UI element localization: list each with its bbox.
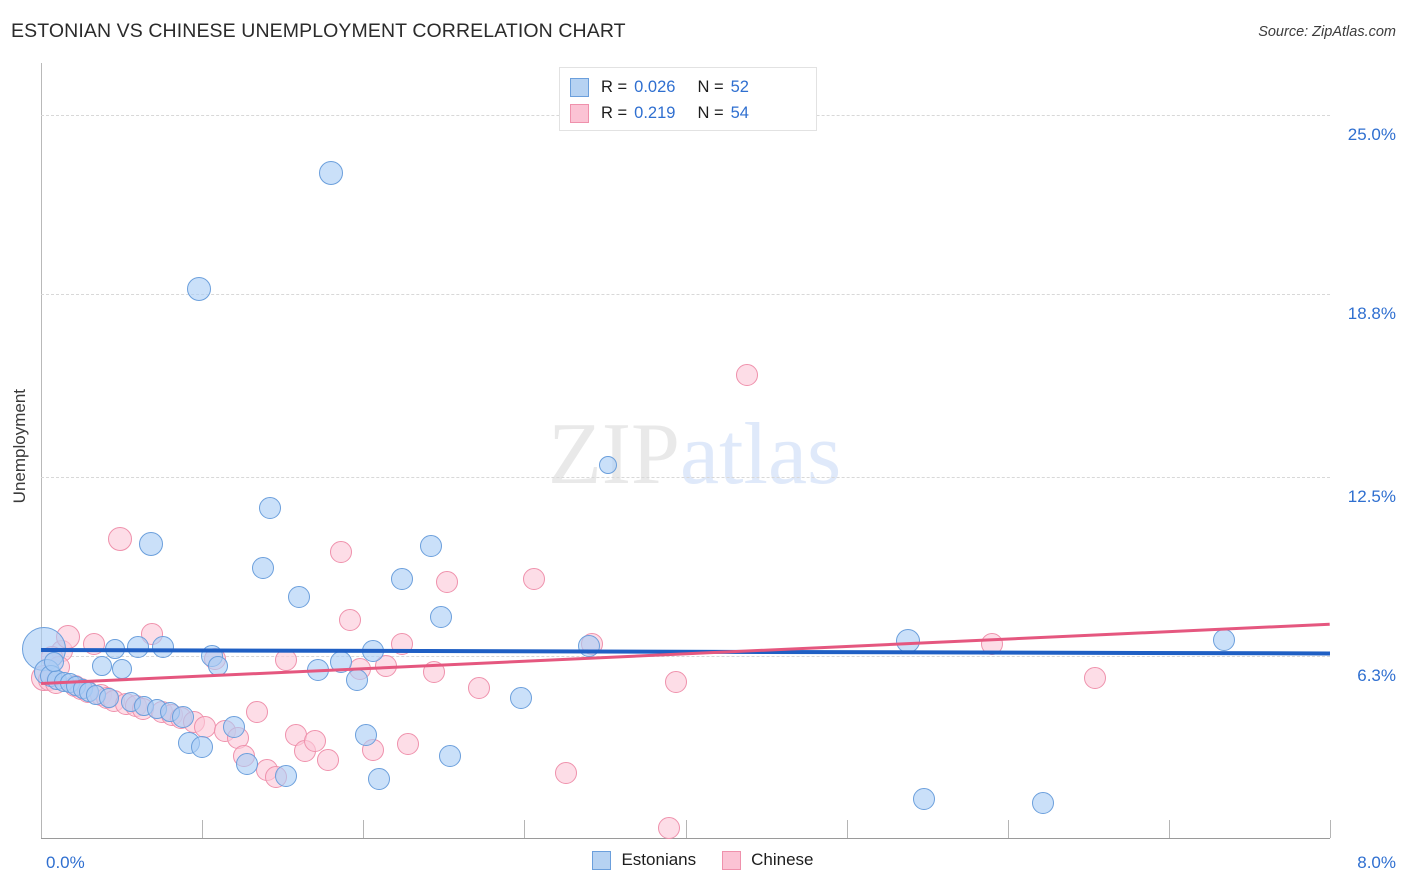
scatter-point-estonians[interactable] (1212, 628, 1235, 651)
scatter-point-estonians[interactable] (599, 455, 618, 474)
scatter-point-estonians[interactable] (171, 705, 194, 728)
scatter-point-estonians[interactable] (126, 636, 149, 659)
page-title: ESTONIAN VS CHINESE UNEMPLOYMENT CORRELA… (11, 20, 626, 42)
legend-item-estonians[interactable]: Estonians (592, 850, 696, 870)
source-attribution: Source: ZipAtlas.com (1258, 24, 1396, 40)
scatter-point-estonians[interactable] (429, 605, 452, 628)
scatter-point-chinese[interactable] (664, 670, 687, 693)
gridline (41, 476, 1330, 478)
y-axis-tick-label: 6.3% (1357, 665, 1396, 685)
scatter-point-chinese[interactable] (397, 733, 420, 756)
scatter-point-estonians[interactable] (419, 534, 442, 557)
scatter-point-estonians[interactable] (43, 651, 64, 672)
scatter-point-chinese[interactable] (107, 526, 132, 551)
scatter-point-chinese[interactable] (735, 364, 758, 387)
stats-n-label-chinese: N = (697, 103, 724, 122)
legend-label-chinese: Chinese (751, 850, 814, 869)
scatter-point-chinese[interactable] (339, 608, 362, 631)
stats-r-label-chinese: R = (601, 103, 628, 122)
scatter-point-chinese[interactable] (316, 748, 339, 771)
scatter-point-estonians[interactable] (258, 497, 281, 520)
stats-row-estonians: R = 0.026 N = 52 (570, 74, 806, 100)
scatter-point-chinese[interactable] (555, 761, 578, 784)
y-axis-tick-label: 12.5% (1347, 486, 1396, 506)
x-axis-tick (685, 820, 687, 838)
x-axis-tick (846, 820, 848, 838)
stats-r-label-estonians: R = (601, 77, 628, 96)
scatter-point-estonians[interactable] (223, 715, 246, 738)
legend-swatch-chinese (722, 850, 742, 870)
x-axis-tick (524, 820, 526, 838)
gridline (41, 655, 1330, 657)
scatter-point-estonians[interactable] (252, 556, 275, 579)
x-axis-tick (363, 820, 365, 838)
correlation-stats-box: R = 0.026 N = 52 R = 0.219 N = 54 (559, 67, 817, 131)
x-axis-tick-label-min: 0.0% (46, 853, 85, 872)
scatter-point-chinese[interactable] (658, 816, 681, 839)
scatter-point-estonians[interactable] (390, 568, 413, 591)
scatter-point-chinese[interactable] (1083, 666, 1106, 689)
x-axis-line (41, 838, 1330, 839)
legend-item-chinese[interactable]: Chinese (722, 850, 814, 870)
scatter-point-estonians[interactable] (439, 744, 462, 767)
y-axis-title: Unemployment (10, 389, 29, 504)
x-axis-tick-label-max: 8.0% (1357, 853, 1396, 872)
scatter-point-estonians[interactable] (98, 687, 119, 708)
scatter-point-estonians[interactable] (138, 532, 163, 557)
scatter-point-estonians[interactable] (368, 767, 391, 790)
scatter-point-chinese[interactable] (523, 568, 546, 591)
scatter-point-chinese[interactable] (329, 540, 352, 563)
scatter-point-estonians[interactable] (236, 753, 259, 776)
correlation-chart: ESTONIAN VS CHINESE UNEMPLOYMENT CORRELA… (0, 0, 1406, 892)
legend-swatch-estonians (592, 850, 612, 870)
stats-swatch-chinese (570, 103, 589, 123)
series-legend: Estonians Chinese (0, 850, 1406, 870)
scatter-point-chinese[interactable] (194, 715, 217, 738)
stats-r-value-chinese: 0.219 (634, 103, 676, 122)
scatter-point-estonians[interactable] (287, 585, 310, 608)
scatter-point-estonians[interactable] (345, 669, 368, 692)
legend-label-estonians: Estonians (621, 850, 697, 869)
scatter-point-chinese[interactable] (436, 571, 459, 594)
stats-n-value-estonians: 52 (730, 77, 749, 96)
scatter-point-estonians[interactable] (186, 276, 211, 301)
x-axis-tick (1168, 820, 1170, 838)
stats-swatch-estonians (570, 77, 589, 97)
scatter-point-chinese[interactable] (245, 701, 268, 724)
scatter-point-estonians[interactable] (1032, 792, 1055, 815)
stats-n-label-estonians: N = (697, 77, 724, 96)
scatter-point-estonians[interactable] (191, 735, 214, 758)
x-axis-tick (41, 820, 42, 838)
scatter-point-chinese[interactable] (303, 730, 326, 753)
scatter-point-chinese[interactable] (468, 676, 491, 699)
scatter-point-estonians[interactable] (111, 658, 132, 679)
scatter-point-estonians[interactable] (92, 655, 113, 676)
plot-area (22, 63, 1331, 839)
gridline (41, 294, 1330, 296)
scatter-point-estonians[interactable] (510, 686, 533, 709)
y-axis-tick-label: 25.0% (1347, 125, 1396, 145)
x-axis-tick (202, 820, 204, 838)
x-axis-tick (1007, 820, 1009, 838)
stats-n-value-chinese: 54 (730, 103, 749, 122)
stats-r-value-estonians: 0.026 (634, 77, 676, 96)
stats-row-chinese: R = 0.219 N = 54 (570, 100, 806, 126)
x-axis-tick (1330, 820, 1331, 838)
scatter-point-estonians[interactable] (912, 787, 935, 810)
scatter-point-estonians[interactable] (274, 764, 297, 787)
y-axis-tick-label: 18.8% (1347, 304, 1396, 324)
scatter-point-estonians[interactable] (319, 160, 344, 185)
